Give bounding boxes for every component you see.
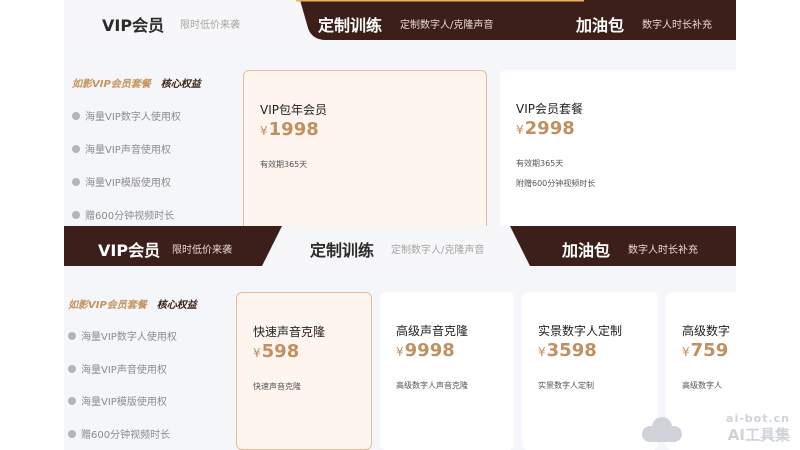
benefit-item: 海量VIP模版使用权: [68, 393, 167, 408]
tab-custom-training-title: 定制训练: [318, 16, 383, 35]
benefit-item: 赠600分钟视频时长: [72, 207, 174, 222]
plan-name: 高级数字: [682, 324, 731, 338]
plan-desc: 快速声音克隆: [253, 382, 301, 391]
core-benefits-label: 核心权益: [160, 79, 201, 90]
tab-custom-training-subtitle: 定制数字人/克隆声音: [400, 20, 494, 31]
tab-bar: VIP会员 限时低价来袭 定制训练 定制数字人/克隆声音 加油包 数字人时长补充: [64, 0, 736, 40]
tab-custom-training-title: 定制训练: [310, 241, 375, 260]
plan-name: 高级声音克隆: [396, 324, 469, 338]
brand-name: 如影VIP会员套餐: [68, 300, 147, 311]
plan-desc: 高级数字人声音克隆: [396, 381, 468, 390]
check-icon: [72, 112, 80, 120]
plan-card-live-avatar-custom[interactable]: 实景数字人定制 ¥3598 实景数字人定制: [522, 292, 658, 450]
watermark-name: AI工具集: [727, 426, 790, 444]
tab-bar: VIP会员 限时低价来袭 定制训练 定制数字人/克隆声音 加油包 数字人时长补充: [64, 226, 736, 266]
benefit-item: 赠600分钟视频时长: [68, 426, 170, 441]
plan-validity: 有效期365天: [516, 159, 564, 168]
tab-boost-pack[interactable]: 加油包 数字人时长补充: [534, 226, 736, 266]
plan-card-fast-voice-clone[interactable]: 快速声音克隆 ¥598 快速声音克隆: [236, 292, 372, 450]
benefits-heading: 如影VIP会员套餐 核心权益: [68, 296, 197, 311]
plan-price: ¥598: [253, 341, 300, 362]
tab-vip[interactable]: VIP会员 限时低价来袭: [64, 226, 274, 266]
membership-panel-custom-training: VIP会员 限时低价来袭 定制训练 定制数字人/克隆声音 加油包 数字人时长补充…: [64, 226, 736, 450]
tab-vip-title: VIP会员: [98, 241, 161, 260]
plan-name: 快速声音克隆: [253, 325, 326, 339]
tab-boost-pack[interactable]: 加油包 数字人时长补充: [564, 0, 736, 40]
plan-name: VIP会员套餐: [516, 102, 583, 116]
benefits-heading: 如影VIP会员套餐 核心权益: [72, 75, 201, 90]
tab-boost-pack-title: 加油包: [562, 241, 611, 260]
plan-desc: 高级数字人: [682, 381, 722, 390]
check-icon: [72, 178, 80, 186]
tab-custom-training[interactable]: 定制训练 定制数字人/克隆声音: [304, 0, 564, 40]
plan-card-vip-bundle[interactable]: VIP会员套餐 ¥2998 有效期365天 附赠600分钟视频时长: [500, 70, 736, 226]
tab-vip-subtitle: 限时低价来袭: [180, 20, 240, 31]
watermark-logo-icon: [642, 417, 682, 442]
tab-boost-pack-subtitle: 数字人时长补充: [642, 20, 712, 31]
plan-card-pro-voice-clone[interactable]: 高级声音克隆 ¥9998 高级数字人声音克隆: [380, 292, 514, 450]
watermark: ai-bot.cn AI工具集: [640, 412, 790, 446]
plan-price: ¥9998: [396, 340, 455, 361]
plan-price: ¥759: [682, 340, 729, 361]
plan-name: VIP包年会员: [260, 103, 327, 117]
check-icon: [72, 211, 80, 219]
benefit-item: 海量VIP数字人使用权: [72, 108, 181, 123]
check-icon: [68, 430, 76, 438]
plan-card-annual-vip[interactable]: VIP包年会员 ¥1998 有效期365天: [243, 70, 487, 226]
plan-name: 实景数字人定制: [538, 324, 623, 338]
tab-vip-subtitle: 限时低价来袭: [172, 245, 232, 256]
plan-price: ¥3598: [538, 340, 597, 361]
tab-vip-title: VIP会员: [102, 16, 165, 35]
brand-name: 如影VIP会员套餐: [72, 79, 151, 90]
check-icon: [68, 365, 76, 373]
membership-panel-vip: VIP会员 限时低价来袭 定制训练 定制数字人/克隆声音 加油包 数字人时长补充…: [64, 0, 736, 226]
plan-desc: 实景数字人定制: [538, 381, 594, 390]
plan-price: ¥1998: [260, 119, 319, 140]
benefit-item: 海量VIP模版使用权: [72, 174, 171, 189]
plan-bonus: 附赠600分钟视频时长: [516, 179, 596, 188]
tab-vip[interactable]: VIP会员 限时低价来袭: [64, 0, 300, 40]
tab-custom-training[interactable]: 定制训练 定制数字人/克隆声音: [284, 226, 524, 266]
plan-validity: 有效期365天: [260, 160, 308, 169]
benefit-item: 海量VIP声音使用权: [68, 361, 167, 376]
plan-price: ¥2998: [516, 118, 575, 139]
check-icon: [68, 332, 76, 340]
core-benefits-label: 核心权益: [156, 300, 197, 311]
benefit-item: 海量VIP数字人使用权: [68, 328, 177, 343]
check-icon: [72, 145, 80, 153]
tab-boost-pack-title: 加油包: [576, 16, 625, 35]
benefit-item: 海量VIP声音使用权: [72, 141, 171, 156]
check-icon: [68, 397, 76, 405]
tab-boost-pack-subtitle: 数字人时长补充: [628, 245, 698, 256]
tab-custom-training-subtitle: 定制数字人/克隆声音: [391, 245, 485, 256]
